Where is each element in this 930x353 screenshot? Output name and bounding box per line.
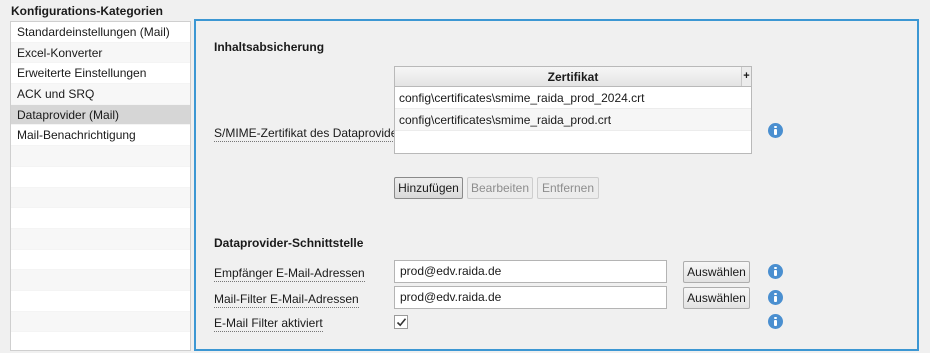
section-title-dataprovider-interface: Dataprovider-Schnittstelle	[214, 236, 364, 250]
filter-enabled-label: E-Mail Filter aktiviert	[214, 316, 323, 332]
category-item-advanced-settings[interactable]: Erweiterte Einstellungen	[11, 63, 190, 85]
info-icon[interactable]	[768, 314, 783, 329]
category-empty-row	[11, 228, 190, 250]
recipient-addresses-input[interactable]: prod@edv.raida.de	[394, 260, 667, 283]
category-empty-row	[11, 270, 190, 291]
info-icon[interactable]	[768, 264, 783, 279]
category-list[interactable]: Standardeinstellungen (Mail) Excel-Konve…	[10, 21, 191, 351]
certificate-row[interactable]: config\certificates\smime_raida_prod.crt	[395, 109, 751, 131]
settings-panel: Inhaltsabsicherung S/MIME-Zertifikat des…	[194, 19, 919, 351]
category-empty-row	[11, 291, 190, 312]
certificate-column-label: Zertifikat	[547, 70, 599, 84]
section-title-content-security: Inhaltsabsicherung	[214, 40, 325, 54]
recipient-addresses-label: Empfänger E-Mail-Adressen	[214, 266, 365, 282]
filter-select-button[interactable]: Auswählen	[683, 287, 750, 309]
category-empty-row	[11, 167, 190, 188]
recipient-select-button[interactable]: Auswählen	[683, 261, 750, 283]
edit-certificate-button[interactable]: Bearbeiten	[467, 177, 533, 199]
certificate-row[interactable]: config\certificates\smime_raida_prod_202…	[395, 87, 751, 109]
category-item-ack-srq[interactable]: ACK und SRQ	[11, 84, 190, 105]
category-empty-row	[11, 311, 190, 333]
category-empty-row	[11, 332, 190, 350]
filter-enabled-checkbox[interactable]	[394, 315, 408, 329]
category-empty-row	[11, 187, 190, 209]
categories-header: Konfigurations-Kategorien	[11, 4, 163, 18]
add-certificate-button[interactable]: Hinzufügen	[394, 177, 463, 199]
checkmark-icon	[396, 318, 407, 327]
category-item-dataprovider-mail[interactable]: Dataprovider (Mail)	[11, 104, 190, 126]
smime-certificate-label: S/MIME-Zertifikat des Dataproviders	[214, 126, 408, 142]
category-item-excel-converter[interactable]: Excel-Konverter	[11, 42, 190, 64]
category-empty-row	[11, 146, 190, 167]
certificate-column-header[interactable]: Zertifikat +	[395, 67, 751, 87]
remove-certificate-button[interactable]: Entfernen	[537, 177, 599, 199]
info-icon[interactable]	[768, 123, 783, 138]
category-empty-row	[11, 250, 190, 271]
info-icon[interactable]	[768, 290, 783, 305]
add-column-icon[interactable]: +	[741, 67, 751, 86]
category-empty-row	[11, 208, 190, 229]
category-item-mail-notification[interactable]: Mail-Benachrichtigung	[11, 125, 190, 147]
filter-addresses-label: Mail-Filter E-Mail-Adressen	[214, 292, 359, 308]
certificate-table[interactable]: Zertifikat + config\certificates\smime_r…	[394, 66, 752, 154]
filter-addresses-input[interactable]: prod@edv.raida.de	[394, 286, 667, 309]
category-item-standard-mail[interactable]: Standardeinstellungen (Mail)	[11, 22, 190, 43]
